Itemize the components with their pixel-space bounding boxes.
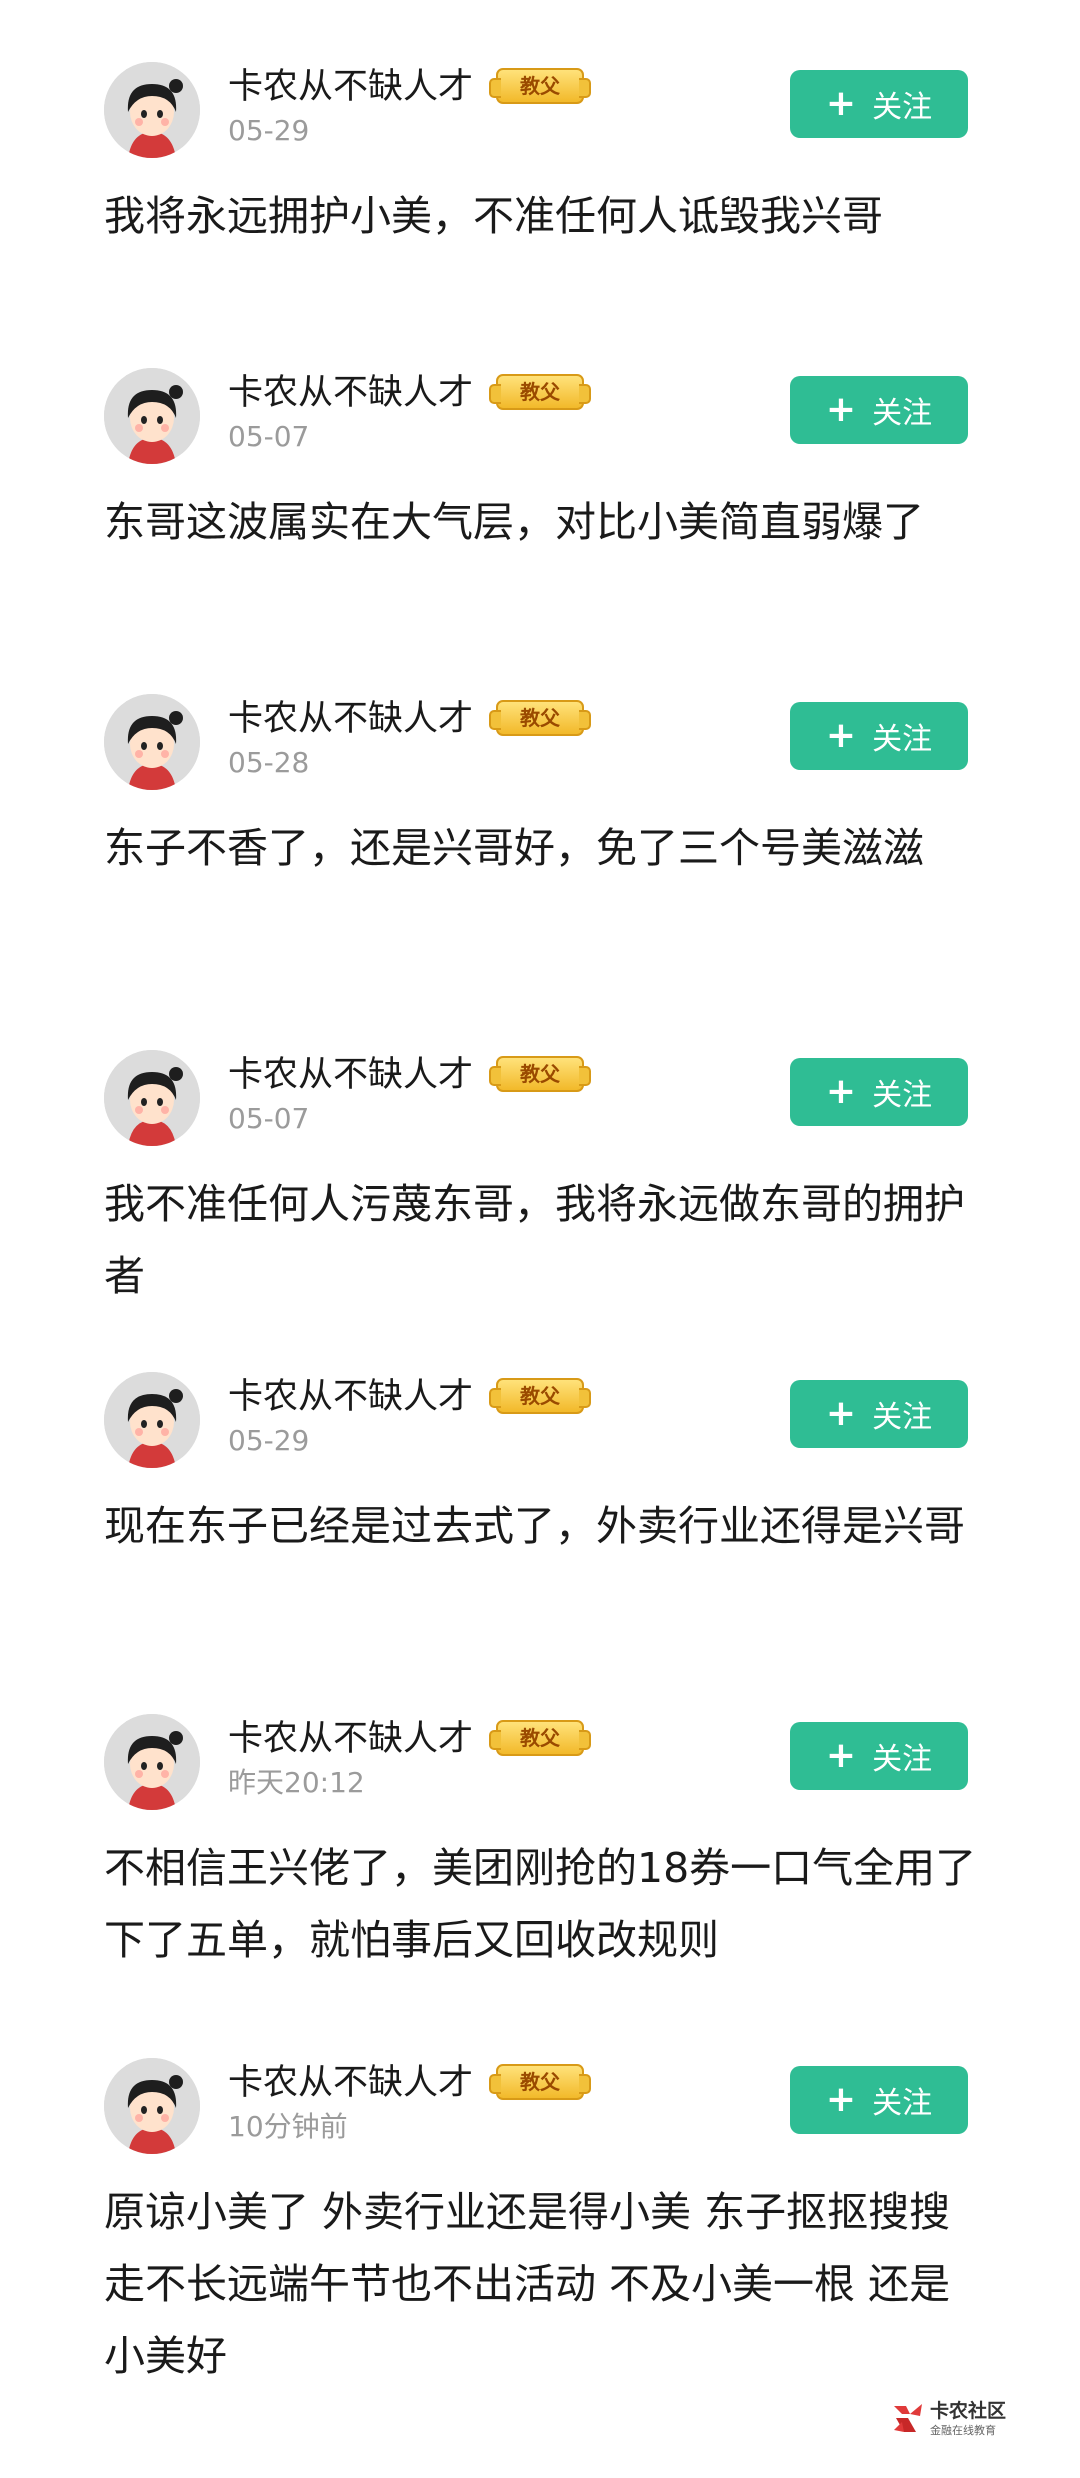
follow-label: 关注 xyxy=(872,1742,933,1777)
post-date: 05-28 xyxy=(228,746,310,779)
rank-badge: 教父 xyxy=(489,1056,591,1092)
watermark: 卡农社区 金融在线教育 xyxy=(890,2394,1060,2450)
follow-label: 关注 xyxy=(872,90,933,125)
username[interactable]: 卡农从不缺人才 xyxy=(228,1718,473,1760)
username[interactable]: 卡农从不缺人才 xyxy=(228,1376,473,1418)
post-date: 昨天20:12 xyxy=(228,1766,365,1799)
rank-badge: 教父 xyxy=(489,1378,591,1414)
avatar[interactable] xyxy=(104,1714,200,1810)
watermark-subtitle: 金融在线教育 xyxy=(930,2424,996,2437)
username[interactable]: 卡农从不缺人才 xyxy=(228,2062,473,2104)
username[interactable]: 卡农从不缺人才 xyxy=(228,698,473,740)
post-text: 我不准任何人污蔑东哥，我将永远做东哥的拥护者 xyxy=(104,1180,965,1300)
post-date: 05-29 xyxy=(228,114,310,147)
follow-label: 关注 xyxy=(872,2086,933,2121)
plus-icon: + xyxy=(825,2079,857,2120)
plus-icon: + xyxy=(825,1393,857,1434)
follow-label: 关注 xyxy=(872,722,933,757)
post-text: 原谅小美了 外卖行业还是得小美 东子抠抠搜搜走不长远端午节也不出活动 不及小美一… xyxy=(104,2188,951,2380)
post-text: 东子不香了，还是兴哥好，免了三个号美滋滋 xyxy=(104,824,924,872)
follow-button[interactable]: + 关注 xyxy=(790,1380,968,1448)
rank-badge: 教父 xyxy=(489,2064,591,2100)
follow-button[interactable]: + 关注 xyxy=(790,376,968,444)
watermark-title: 卡农社区 xyxy=(930,2400,1007,2422)
follow-button[interactable]: + 关注 xyxy=(790,1058,968,1126)
follow-label: 关注 xyxy=(872,396,933,431)
avatar[interactable] xyxy=(104,368,200,464)
plus-icon: + xyxy=(825,83,857,124)
username[interactable]: 卡农从不缺人才 xyxy=(228,1054,473,1096)
post-text: 现在东子已经是过去式了，外卖行业还得是兴哥 xyxy=(104,1502,965,1550)
username[interactable]: 卡农从不缺人才 xyxy=(228,66,473,108)
follow-button[interactable]: + 关注 xyxy=(790,702,968,770)
plus-icon: + xyxy=(825,389,857,430)
post-text: 东哥这波属实在大气层，对比小美简直弱爆了 xyxy=(104,498,924,546)
post-text: 不相信王兴佬了，美团刚抢的18券一口气全用了下了五单，就怕事后又回收改规则 xyxy=(104,1844,977,1964)
follow-button[interactable]: + 关注 xyxy=(790,2066,968,2134)
plus-icon: + xyxy=(825,1071,857,1112)
avatar[interactable] xyxy=(104,2058,200,2154)
avatar[interactable] xyxy=(104,694,200,790)
follow-label: 关注 xyxy=(872,1400,933,1435)
kanong-logo-icon xyxy=(894,2404,922,2432)
post-date: 05-07 xyxy=(228,420,310,453)
username[interactable]: 卡农从不缺人才 xyxy=(228,372,473,414)
post-date: 10分钟前 xyxy=(228,2110,348,2143)
follow-button[interactable]: + 关注 xyxy=(790,1722,968,1790)
post-text: 我将永远拥护小美，不准任何人诋毁我兴哥 xyxy=(104,192,883,240)
avatar[interactable] xyxy=(104,1372,200,1468)
rank-badge: 教父 xyxy=(489,374,591,410)
plus-icon: + xyxy=(825,715,857,756)
rank-badge: 教父 xyxy=(489,700,591,736)
plus-icon: + xyxy=(825,1735,857,1776)
avatar[interactable] xyxy=(104,1050,200,1146)
post-date: 05-07 xyxy=(228,1102,310,1135)
rank-badge: 教父 xyxy=(489,68,591,104)
avatar[interactable] xyxy=(104,62,200,158)
rank-badge: 教父 xyxy=(489,1720,591,1756)
follow-label: 关注 xyxy=(872,1078,933,1113)
post-date: 05-29 xyxy=(228,1424,310,1457)
follow-button[interactable]: + 关注 xyxy=(790,70,968,138)
